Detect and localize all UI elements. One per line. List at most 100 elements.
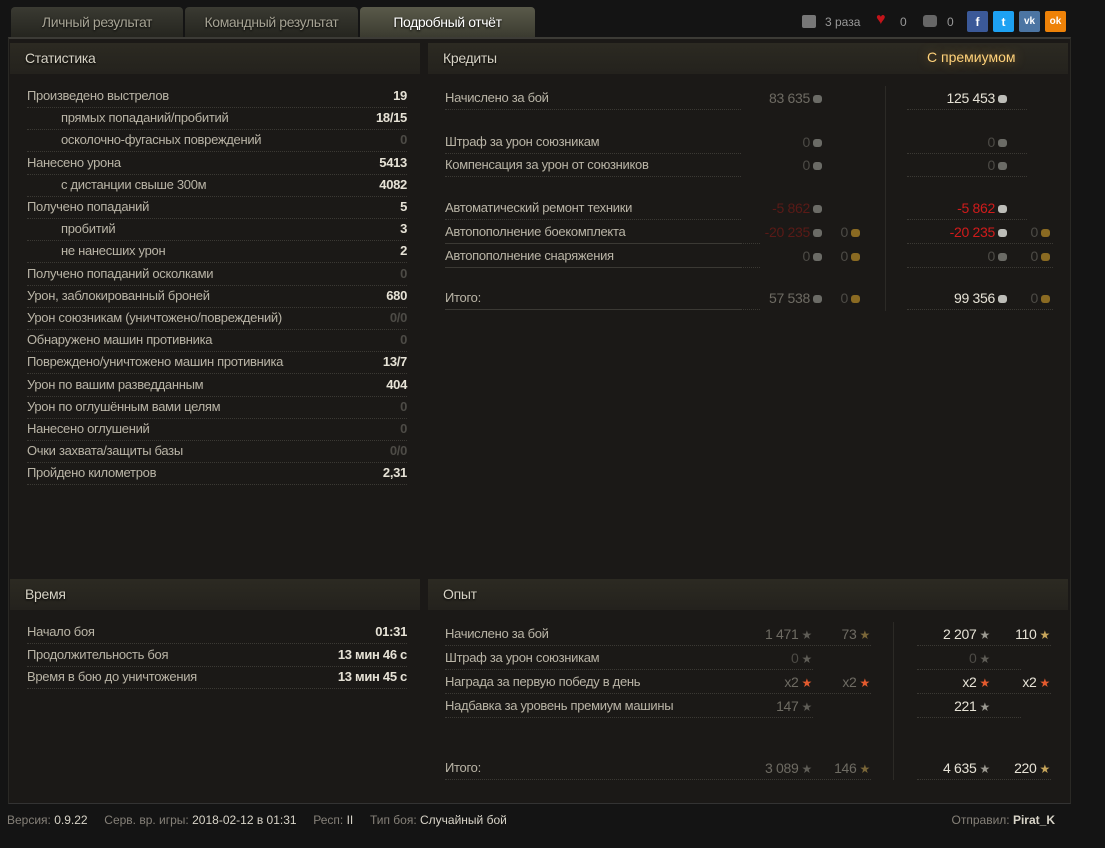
tab-personal[interactable]: Личный результат (11, 7, 183, 37)
credits-row: Начислено за бой 83 635 125 453 (445, 88, 1055, 110)
stat-value: 2 (400, 243, 407, 259)
exp-c4: 110 ★ (1015, 624, 1050, 645)
exp-value: 73 (841, 626, 857, 642)
stat-row: прямых попаданий/пробитий 18/15 (27, 108, 407, 131)
time-value: 01:31 (375, 624, 407, 639)
time-row: Время в бою до уничтожения 13 мин 45 с (27, 667, 407, 689)
stat-label: Получено попаданий осколками (27, 265, 214, 281)
stat-value: 0 (400, 332, 407, 348)
comment-icon[interactable] (923, 15, 937, 27)
stat-value: 18/15 (375, 110, 407, 126)
credits-value: 0 (840, 290, 849, 306)
credits-c1: 0 (803, 246, 822, 266)
server-time-label: Серв. вр. игры: (104, 813, 189, 827)
credits-value: 0 (987, 248, 996, 264)
exp-c2: 73 ★ (841, 624, 871, 645)
credit-icon (998, 253, 1007, 261)
time-label: Начало боя (27, 624, 95, 639)
exp-row: Награда за первую победу в день x2 ★ x2 ★ x2 ★… (445, 672, 1055, 694)
sender[interactable]: Pirat_K (1013, 813, 1055, 827)
exp-value: x2 (842, 674, 857, 690)
heart-icon[interactable]: ♥ (876, 11, 886, 29)
stat-row: Получено попаданий осколками 0 (27, 264, 407, 286)
credits-c1: -5 862 (772, 198, 822, 218)
star-icon: ★ (801, 628, 813, 642)
credits-value: 0 (802, 134, 811, 150)
exp-label: Итого: (445, 760, 481, 775)
row-divider (917, 669, 1021, 670)
stat-label: Повреждено/уничтожено машин противника (27, 354, 284, 370)
star-icon: ★ (1039, 762, 1051, 776)
time-row: Начало боя 01:31 (27, 622, 407, 644)
credits-value: 0 (987, 134, 996, 150)
stat-row: осколочно-фугасных повреждений 0 (27, 130, 407, 153)
credits-c4: 0 (1031, 288, 1050, 308)
credits-value: -20 235 (949, 224, 996, 240)
row-divider (445, 693, 871, 694)
exp-row: Начисленo за бой 1 471 ★ 73 ★ 2 207 ★ 110 ★ (445, 624, 1055, 646)
stat-label: Урон союзникам (уничтожено/повреждений) (27, 310, 282, 325)
tab-detailed[interactable]: Подробный отчёт (360, 7, 535, 37)
exp-c3: 221 ★ (954, 696, 990, 717)
stat-label: пробитий (61, 221, 116, 237)
exp-value: 110 (1015, 626, 1037, 642)
twitter-icon[interactable]: t (993, 11, 1014, 32)
star-icon: ★ (801, 762, 813, 776)
tab-team[interactable]: Командный результат (185, 7, 358, 37)
stat-label: с дистанции свыше 300м (61, 176, 207, 192)
credit-icon (998, 95, 1007, 103)
credits-c2: 0 (841, 246, 860, 266)
exp-c2: 146 ★ (834, 758, 870, 779)
star-icon: ★ (979, 700, 991, 714)
stat-value: 19 (393, 88, 407, 103)
credits-c1: -20 235 (765, 222, 822, 242)
credits-c3: 99 356 (954, 288, 1007, 308)
stat-row: Пройдено километров 2,31 (27, 463, 407, 486)
credits-c3: 0 (988, 155, 1007, 175)
row-divider (445, 717, 813, 718)
stat-row: пробитий 3 (27, 219, 407, 242)
credits-row: Итого: 57 538 0 99 356 0 (445, 288, 1055, 310)
stat-row: Обнаружено машин противника 0 (27, 330, 407, 353)
credits-c3: -5 862 (957, 198, 1007, 218)
time-header: Время (10, 579, 420, 610)
stat-value: 3 (400, 221, 407, 237)
stat-value: 404 (386, 376, 407, 392)
exp-c3: 2 207 ★ (943, 624, 990, 645)
credit-icon (813, 253, 822, 261)
sender-label: Отправил: (951, 813, 1010, 827)
exp-c3: 0 ★ (969, 648, 990, 669)
star-icon: ★ (979, 676, 991, 690)
exp-c1: 1 471 ★ (765, 624, 812, 645)
row-divider (907, 153, 1027, 154)
stat-row: Получено попаданий 5 (27, 197, 407, 219)
credits-c4: 0 (1031, 246, 1050, 266)
star-icon: ★ (801, 676, 813, 690)
exp-label: Надбавка за уровень премиум машины (445, 698, 674, 713)
exp-c1: 3 089 ★ (765, 758, 812, 779)
likes-count: 0 (900, 15, 907, 29)
credits-c2: 0 (841, 222, 860, 242)
exp-value: 0 (791, 650, 799, 666)
credit-icon (813, 295, 822, 303)
row-divider (445, 267, 760, 268)
exp-c4: x2 ★ (1022, 672, 1050, 693)
gold-icon (851, 229, 860, 237)
facebook-icon[interactable]: f (967, 11, 988, 32)
region: II (346, 813, 354, 827)
row-divider (445, 153, 527, 154)
footer-sender: Отправил: Pirat_K (952, 813, 1055, 827)
exp-label: Награда за первую победу в день (445, 674, 641, 689)
credits-value: -5 862 (772, 200, 810, 216)
credits-label: Начислено за бой (445, 90, 549, 105)
stat-label: Пройдено километров (27, 465, 157, 481)
odnoklassniki-icon[interactable]: ok (1045, 11, 1066, 32)
gold-icon (1041, 229, 1050, 237)
exp-c3: 4 635 ★ (943, 758, 990, 779)
exp-label: Штраф за урон союзникам (445, 650, 600, 665)
star-icon: ★ (859, 676, 871, 690)
credits-row: Компенсация за урон от союзников 0 0 (445, 155, 1055, 177)
credits-c1: 0 (803, 155, 822, 175)
download-icon[interactable] (802, 15, 816, 28)
vk-icon[interactable]: vk (1019, 11, 1040, 32)
